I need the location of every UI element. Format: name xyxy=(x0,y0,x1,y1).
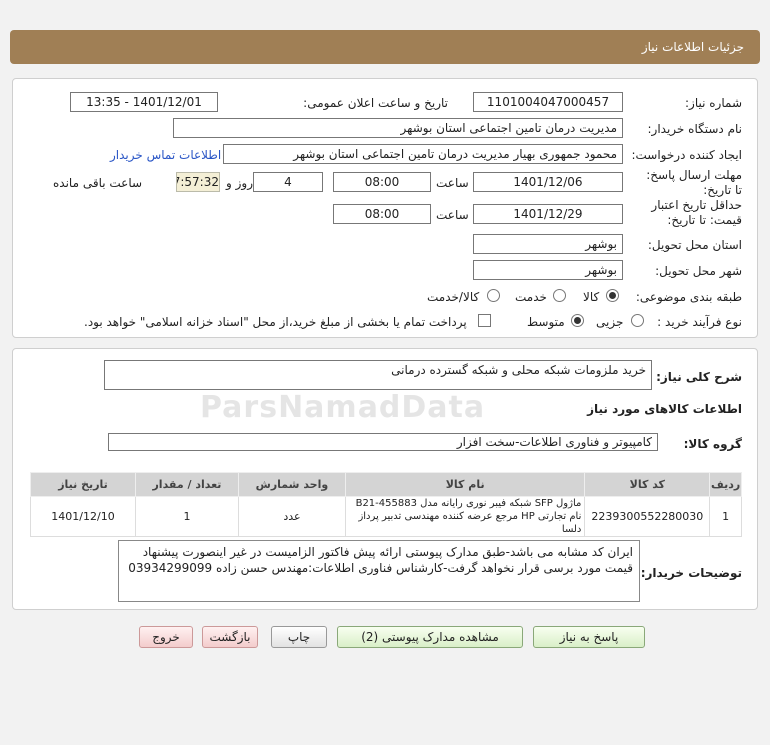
buyer-org-label: نام دستگاه خریدار: xyxy=(647,122,743,136)
treasury-payment-checkbox[interactable] xyxy=(478,314,491,327)
back-button[interactable]: بازگشت xyxy=(202,626,258,648)
cell-code: 2239300552280030 xyxy=(584,496,711,537)
page-title: جزئیات اطلاعات نیاز xyxy=(641,40,744,54)
cell-date: 1401/12/10 xyxy=(29,496,137,537)
buyer-notes-label: توضیحات خریدار: xyxy=(640,566,742,580)
goods-info-title: اطلاعات کالاهای مورد نیاز xyxy=(587,402,742,416)
col-code: کد کالا xyxy=(584,472,711,497)
goods-group-field[interactable]: کامپیوتر و فناوری اطلاعات-سخت افزار xyxy=(108,433,658,451)
announce-label: تاریخ و ساعت اعلان عمومی: xyxy=(303,96,448,110)
cell-row: 1 xyxy=(709,496,742,537)
cell-qty: 1 xyxy=(135,496,239,537)
page-header: جزئیات اطلاعات نیاز xyxy=(10,30,760,64)
category-radio-goods[interactable] xyxy=(606,289,619,302)
remaining-time-label: ساعت باقی مانده xyxy=(53,176,143,190)
category-label: طبقه بندی موضوعی: xyxy=(635,290,742,304)
reply-time-field[interactable]: 08:00 xyxy=(333,172,431,192)
remaining-time-field: 17:57:32 xyxy=(176,172,220,192)
purchase-option-medium: متوسط xyxy=(527,315,565,329)
price-time-field[interactable]: 08:00 xyxy=(333,204,431,224)
announce-field[interactable]: 1401/12/01 - 13:35 xyxy=(70,92,218,112)
summary-field[interactable]: خرید ملزومات شبکه محلی و شبکه گسترده درم… xyxy=(104,360,652,390)
col-unit: واحد شمارش xyxy=(237,472,346,497)
cell-unit: عدد xyxy=(237,496,346,537)
purchase-radio-medium[interactable] xyxy=(571,314,584,327)
cell-name: ماژول SFP شبکه فیبر نوری رایانه مدل B21-… xyxy=(344,496,586,537)
category-option-goods-service: کالا/خدمت xyxy=(427,290,480,304)
attachments-button[interactable]: مشاهده مدارک پیوستی (2) xyxy=(337,626,523,648)
reply-button[interactable]: پاسخ به نیاز xyxy=(533,626,645,648)
treasury-payment-note: پرداخت تمام یا بخشی از مبلغ خرید،از محل … xyxy=(84,315,467,329)
purchase-type-label: نوع فرآیند خرید : xyxy=(657,315,742,329)
category-radio-service[interactable] xyxy=(553,289,566,302)
days-label: روز و xyxy=(226,176,253,190)
requester-field[interactable]: محمود جمهوری بهیار مدیریت درمان تامین اج… xyxy=(223,144,623,164)
city-field[interactable]: بوشهر xyxy=(473,260,623,280)
contact-info-link[interactable]: اطلاعات تماس خریدار xyxy=(110,148,221,162)
purchase-radio-minor[interactable] xyxy=(631,314,644,327)
requester-label: ایجاد کننده درخواست: xyxy=(631,148,742,162)
need-number-label: شماره نیاز: xyxy=(685,96,742,110)
table-row: 1 2239300552280030 ماژول SFP شبکه فیبر ن… xyxy=(29,496,742,537)
category-option-goods: کالا xyxy=(583,290,600,304)
purchase-option-minor: جزیی xyxy=(596,315,624,329)
price-time-label: ساعت xyxy=(436,208,469,222)
col-date: تاریخ نیاز xyxy=(29,472,137,497)
reply-deadline-label: مهلت ارسال پاسخ: تا تاریخ: xyxy=(646,168,742,197)
print-button[interactable]: چاپ xyxy=(271,626,327,648)
goods-table: ردیف کد کالا نام کالا واحد شمارش تعداد /… xyxy=(29,472,742,537)
goods-group-label: گروه کالا: xyxy=(683,437,742,451)
col-row: ردیف xyxy=(709,472,742,497)
reply-date-field[interactable]: 1401/12/06 xyxy=(473,172,623,192)
col-qty: تعداد / مقدار xyxy=(135,472,239,497)
province-field[interactable]: بوشهر xyxy=(473,234,623,254)
summary-label: شرح کلی نیاز: xyxy=(656,370,742,384)
days-field[interactable]: 4 xyxy=(253,172,323,192)
province-label: استان محل تحویل: xyxy=(647,238,742,252)
price-date-field[interactable]: 1401/12/29 xyxy=(473,204,623,224)
category-option-service: خدمت xyxy=(515,290,547,304)
need-number-field[interactable]: 1101004047000457 xyxy=(473,92,623,112)
buyer-notes-field[interactable]: ایران کد مشابه می باشد-طبق مدارک پیوستی … xyxy=(118,540,640,602)
col-name: نام کالا xyxy=(344,472,586,497)
category-radio-goods-service[interactable] xyxy=(487,289,500,302)
city-label: شهر محل تحویل: xyxy=(655,264,742,278)
price-validity-label: حداقل تاریخ اعتبار قیمت: تا تاریخ: xyxy=(651,198,742,227)
buyer-org-field[interactable]: مدیریت درمان تامین اجتماعی استان بوشهر xyxy=(173,118,623,138)
watermark: ParsNamadData xyxy=(200,390,486,425)
reply-time-label: ساعت xyxy=(436,176,469,190)
exit-button[interactable]: خروج xyxy=(139,626,193,648)
